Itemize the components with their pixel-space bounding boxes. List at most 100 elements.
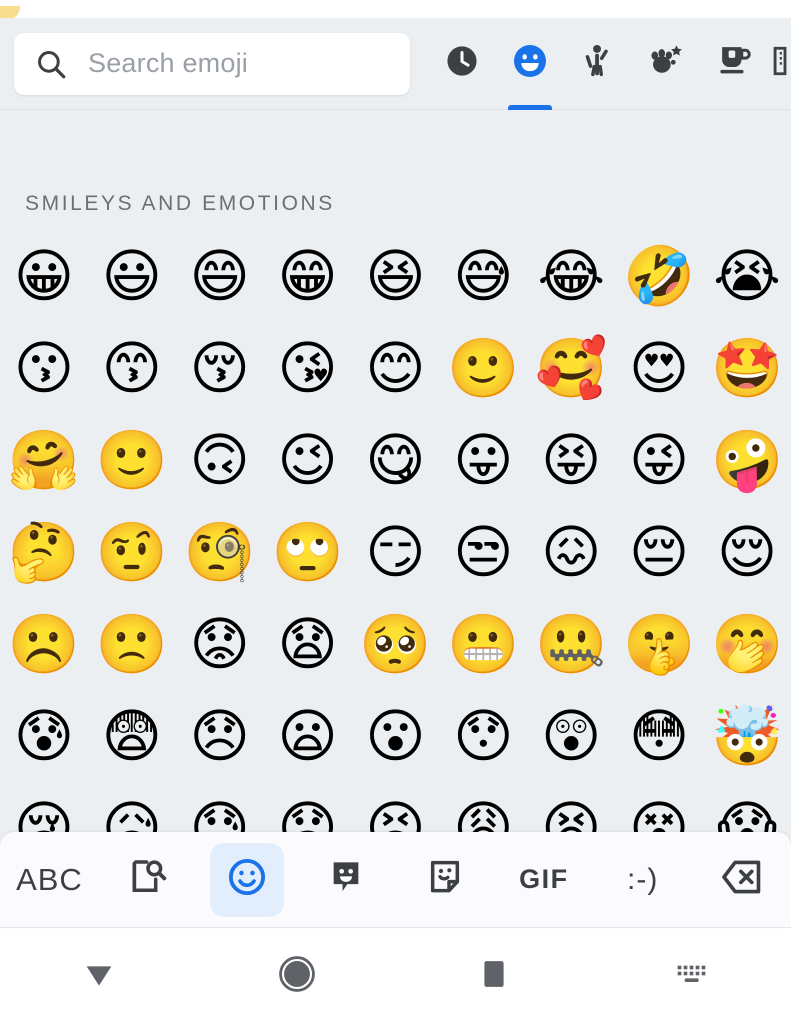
- emoji-cell[interactable]: 😩: [439, 782, 527, 832]
- keyboard-emoji-button[interactable]: [210, 842, 285, 917]
- keyboard-search-button[interactable]: [111, 843, 185, 917]
- emoji-cell[interactable]: 😫: [527, 782, 615, 832]
- emoji-cell[interactable]: 😨: [88, 690, 176, 782]
- emoji-cell[interactable]: 😗: [0, 322, 88, 414]
- emoji-cell[interactable]: 😬: [439, 598, 527, 690]
- emoji-cell[interactable]: 🤔: [0, 506, 88, 598]
- emoji-scroll-area[interactable]: SMILEYS AND EMOTIONS 😀 😃 😄 😁 😆 😅 😂 🤣 😭 😗 😙 😚 😘 😊 🙂 🥰 😍 🤩 🤗…: [0, 110, 791, 832]
- emoji-cell[interactable]: 🤐: [527, 598, 615, 690]
- emoji-cell[interactable]: 😅: [439, 230, 527, 322]
- emoji-cell[interactable]: 😉: [264, 414, 352, 506]
- emoji-glyph: 😯: [453, 702, 514, 770]
- nav-back-button[interactable]: [0, 954, 198, 999]
- emoji-glyph: 🤨: [95, 518, 168, 586]
- emoji-cell[interactable]: 😖: [527, 506, 615, 598]
- emoji-cell[interactable]: 😆: [352, 230, 440, 322]
- emoji-cell[interactable]: 🙂: [439, 322, 527, 414]
- keyboard-backspace-button[interactable]: [705, 843, 779, 917]
- emoji-cell[interactable]: 🤨: [88, 506, 176, 598]
- emoji-glyph: ☹️: [7, 610, 81, 678]
- emoji-cell[interactable]: 🥰: [527, 322, 615, 414]
- emoji-glyph: 🤩: [710, 334, 784, 402]
- emoji-grid[interactable]: 😀 😃 😄 😁 😆 😅 😂 🤣 😭 😗 😙 😚 😘 😊 🙂 🥰 😍 🤩 🤗 🙂 🙃 😉 😋 😛 😝 😜 🤪 🤔 🤨 🧐 🙄 😏 😒 😖 😔 😌 ☹️ 🙁 😟…: [0, 230, 791, 832]
- emoji-cell[interactable]: 😯: [439, 690, 527, 782]
- emoji-cell[interactable]: 😱: [703, 782, 791, 832]
- emoji-cell[interactable]: 🤫: [615, 598, 703, 690]
- emoji-cell[interactable]: 😔: [615, 506, 703, 598]
- emoji-cell[interactable]: 😳: [615, 690, 703, 782]
- emoji-cell[interactable]: 🤗: [0, 414, 88, 506]
- emoji-cell[interactable]: 😟: [176, 598, 264, 690]
- emoji-cell[interactable]: ☹️: [0, 598, 88, 690]
- emoji-cell[interactable]: 😋: [352, 414, 440, 506]
- emoji-cell[interactable]: 🤩: [703, 322, 791, 414]
- category-tab-food[interactable]: [700, 18, 768, 110]
- emoji-cell[interactable]: 😥: [88, 782, 176, 832]
- emoji-sticker-icon: [326, 857, 366, 902]
- category-tab-travel[interactable]: [768, 18, 791, 110]
- emoji-cell[interactable]: 😣: [352, 782, 440, 832]
- emoji-glyph: 😆: [365, 242, 426, 310]
- emoji-cell[interactable]: 😃: [88, 230, 176, 322]
- emoji-cell[interactable]: 😍: [615, 322, 703, 414]
- emoji-glyph: 😁: [277, 242, 338, 310]
- emoji-cell[interactable]: 🤣: [615, 230, 703, 322]
- emoji-cell[interactable]: 😢: [0, 782, 88, 832]
- category-tab-smileys[interactable]: [496, 18, 564, 110]
- emoji-glyph: 😲: [541, 702, 602, 770]
- emoji-cell[interactable]: 🙁: [88, 598, 176, 690]
- emoji-cell[interactable]: 😘: [264, 322, 352, 414]
- emoji-cell[interactable]: 😝: [527, 414, 615, 506]
- nav-ime-switch-button[interactable]: [593, 954, 791, 999]
- emoji-cell[interactable]: 😭: [703, 230, 791, 322]
- keyboard-switch-icon: [672, 954, 712, 999]
- emoji-cell[interactable]: 🧐: [176, 506, 264, 598]
- emoji-cell[interactable]: 🙄: [264, 506, 352, 598]
- emoji-glyph: 😟: [189, 610, 250, 678]
- emoji-cell[interactable]: 😊: [352, 322, 440, 414]
- emoji-cell[interactable]: 😰: [0, 690, 88, 782]
- emoji-cell[interactable]: 🤪: [703, 414, 791, 506]
- emoji-cell[interactable]: 😜: [615, 414, 703, 506]
- emoji-cell[interactable]: 😓: [176, 782, 264, 832]
- emoji-cell[interactable]: 😛: [439, 414, 527, 506]
- emoji-glyph: 😮: [365, 702, 426, 770]
- emoji-glyph: 😨: [101, 702, 163, 770]
- emoji-cell[interactable]: 😄: [176, 230, 264, 322]
- category-tab-strip[interactable]: [410, 18, 791, 110]
- emoji-cell[interactable]: 🙃: [176, 414, 264, 506]
- emoji-glyph: 🤣: [623, 242, 696, 310]
- emoji-cell[interactable]: 😞: [264, 782, 352, 832]
- emoji-cell[interactable]: 😀: [0, 230, 88, 322]
- emoji-glyph: 🙄: [271, 518, 344, 586]
- keyboard-kaomoji-button[interactable]: :-): [606, 843, 680, 917]
- category-tab-recent[interactable]: [428, 18, 496, 110]
- emoji-cell[interactable]: 😙: [88, 322, 176, 414]
- emoji-cell[interactable]: 😦: [264, 690, 352, 782]
- search-input[interactable]: Search emoji: [14, 32, 410, 95]
- emoji-cell[interactable]: 😂: [527, 230, 615, 322]
- keyboard-abc-button[interactable]: ABC: [12, 843, 86, 917]
- emoji-cell[interactable]: 😮: [352, 690, 440, 782]
- keyboard-gif-button[interactable]: GIF: [507, 843, 581, 917]
- category-tab-people[interactable]: [564, 18, 632, 110]
- emoji-cell[interactable]: 😚: [176, 322, 264, 414]
- keyboard-stickers-button[interactable]: [408, 843, 482, 917]
- emoji-cell[interactable]: 🤯: [703, 690, 791, 782]
- emoji-cell[interactable]: 😌: [703, 506, 791, 598]
- emoji-cell[interactable]: 😞: [176, 690, 264, 782]
- search-placeholder: Search emoji: [88, 48, 248, 78]
- nav-recents-button[interactable]: [396, 956, 594, 997]
- emoji-cell[interactable]: 😲: [527, 690, 615, 782]
- emoji-cell[interactable]: 😵: [615, 782, 703, 832]
- emoji-cell[interactable]: 🙂: [88, 414, 176, 506]
- emoji-cell[interactable]: 🥺: [352, 598, 440, 690]
- nav-home-button[interactable]: [198, 953, 396, 1000]
- emoji-cell[interactable]: 😒: [439, 506, 527, 598]
- emoji-cell[interactable]: 🤭: [703, 598, 791, 690]
- emoji-cell[interactable]: 😁: [264, 230, 352, 322]
- category-tab-nature[interactable]: [632, 18, 700, 110]
- emoji-cell[interactable]: 😏: [352, 506, 440, 598]
- emoji-cell[interactable]: 😧: [264, 598, 352, 690]
- keyboard-emoji-kitchen-button[interactable]: [309, 843, 383, 917]
